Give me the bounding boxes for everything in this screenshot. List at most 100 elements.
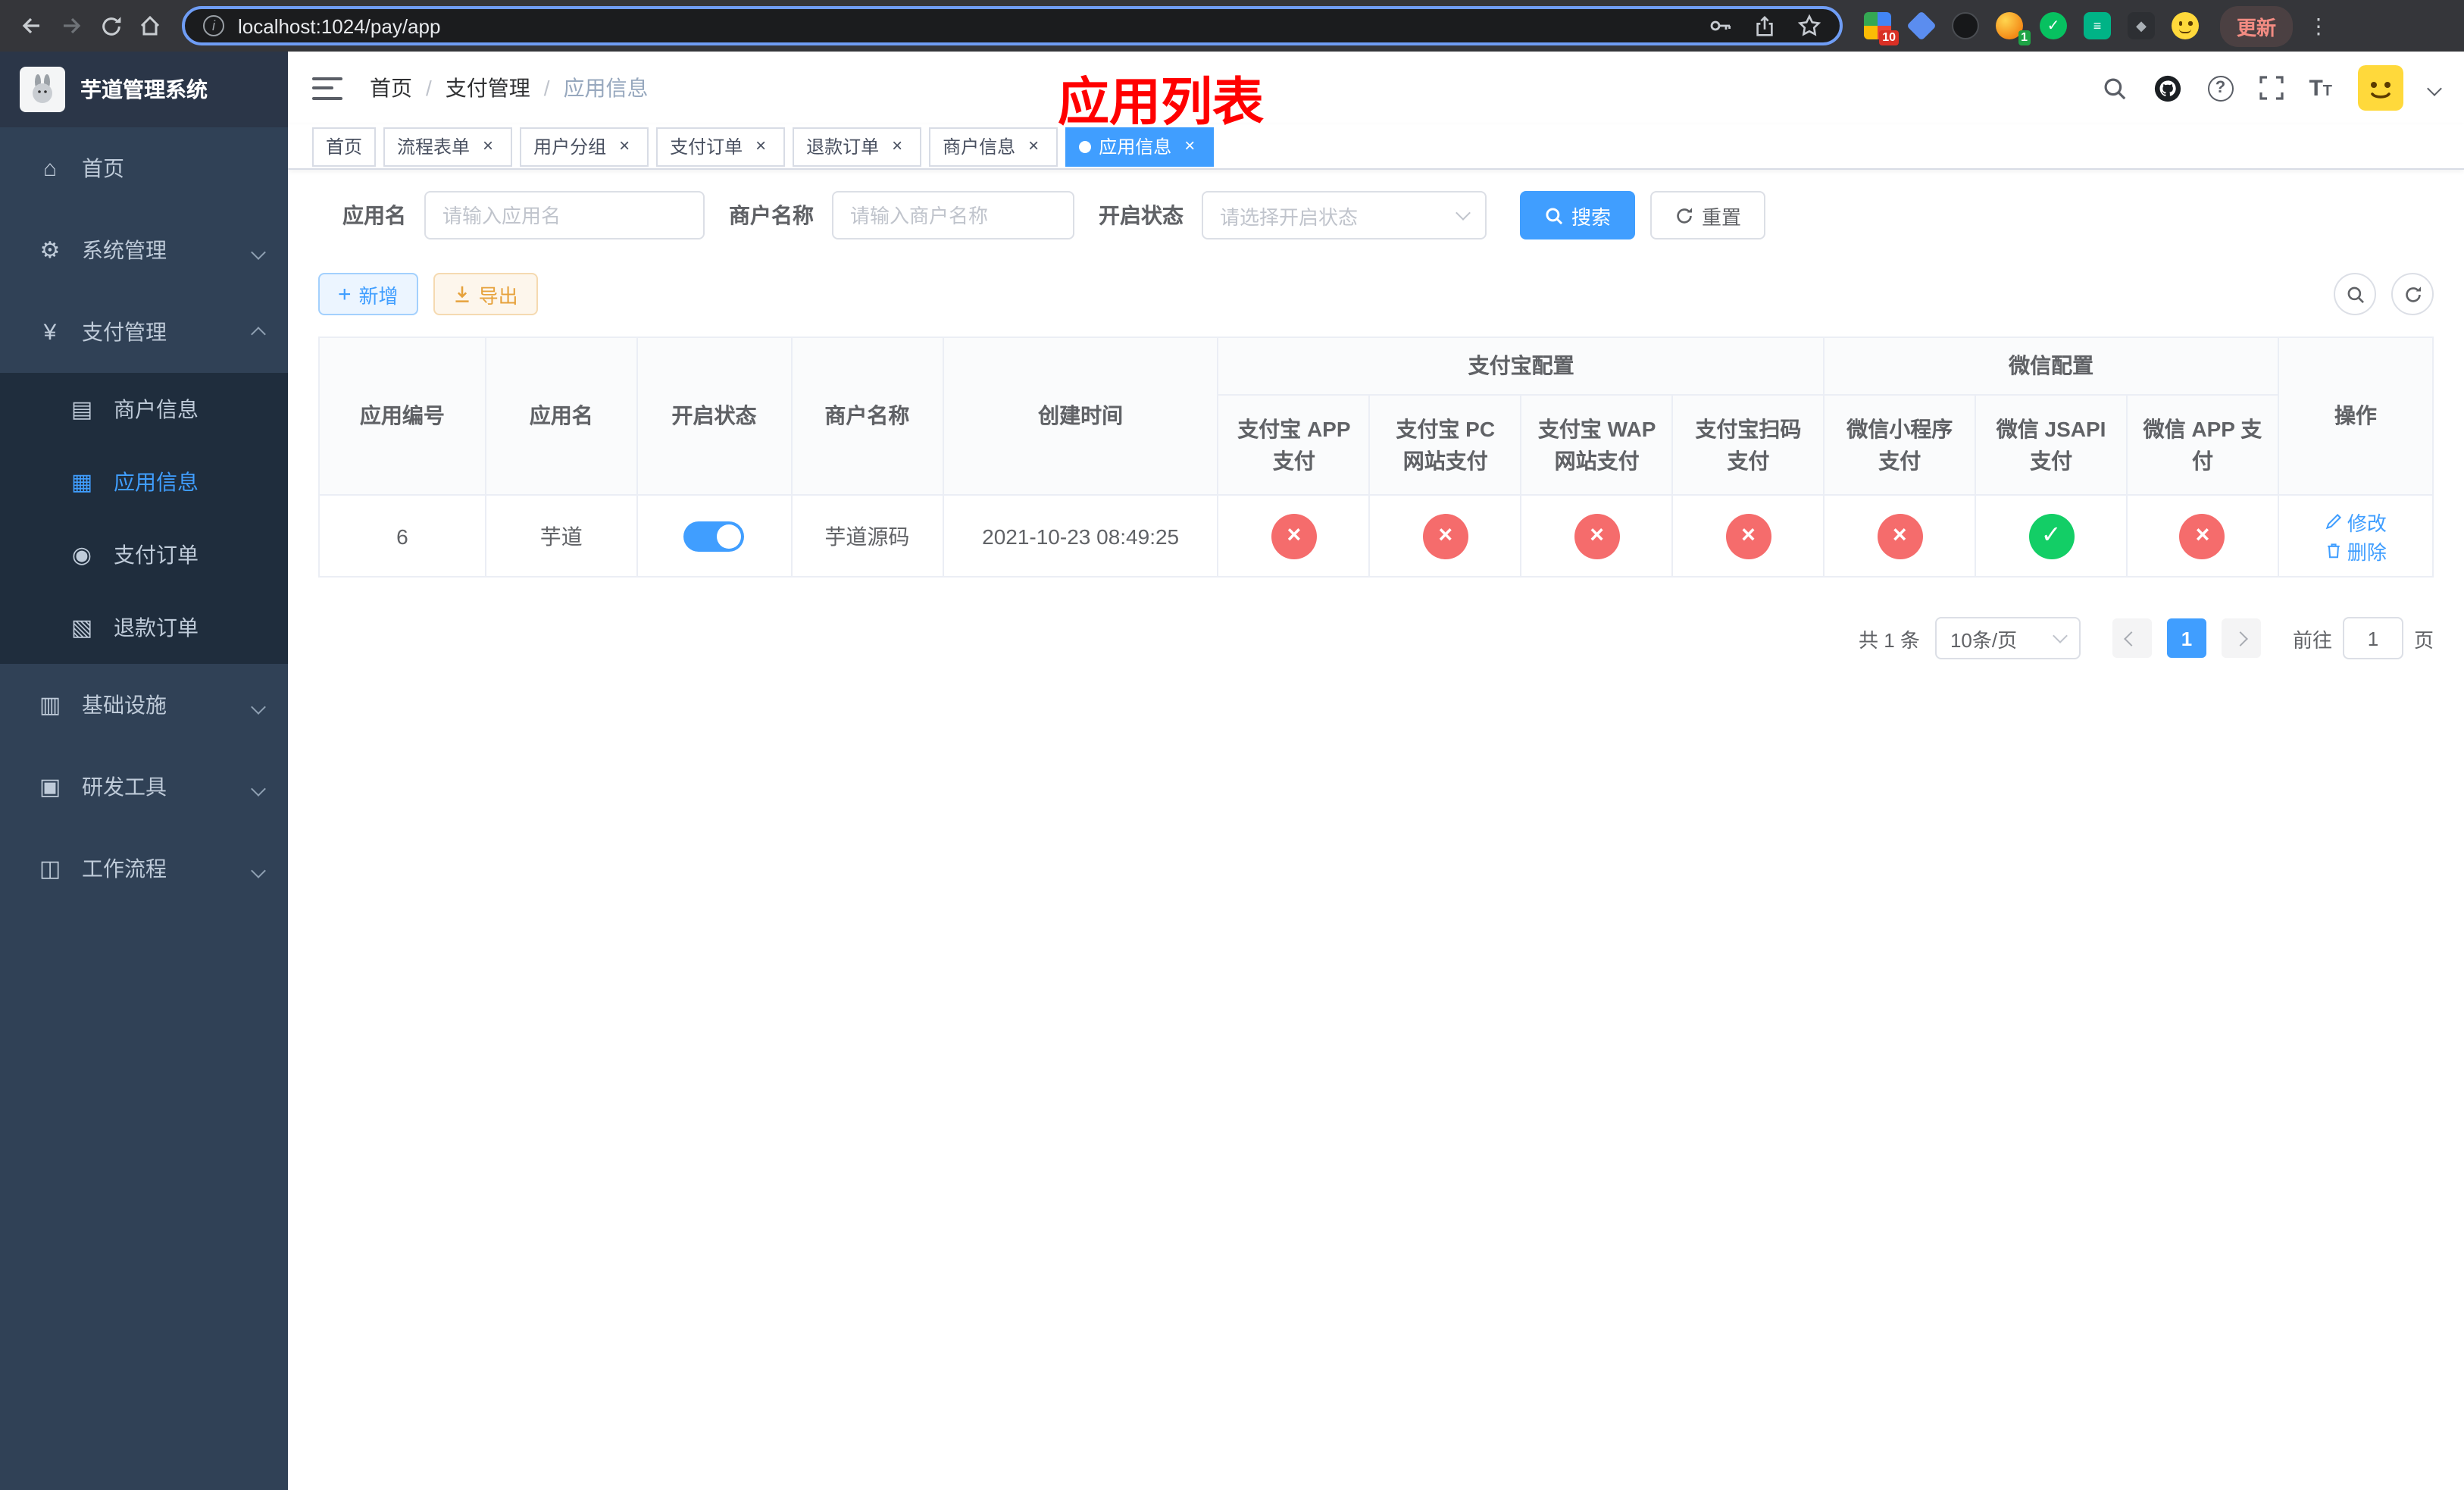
page-number-button[interactable]: 1 <box>2166 618 2206 658</box>
bookmark-star-icon[interactable] <box>1797 14 1821 38</box>
reset-button[interactable]: 重置 <box>1650 191 1766 239</box>
extension-green-circle-icon[interactable]: ✓ <box>2040 12 2067 39</box>
chevron-down-icon[interactable] <box>2427 74 2442 102</box>
annotation-text: 应用列表 <box>1058 74 1264 132</box>
tab-user-group[interactable]: 用户分组 × <box>520 127 649 166</box>
goto-page-input[interactable] <box>2342 617 2403 659</box>
close-icon[interactable]: × <box>1179 135 1200 157</box>
back-icon[interactable] <box>12 6 52 45</box>
sidebar-item-home[interactable]: ⌂ 首页 <box>0 127 288 209</box>
extension-blocks-icon[interactable]: 10 <box>1864 12 1899 45</box>
tab-merchant-info[interactable]: 商户信息 × <box>929 127 1058 166</box>
merchant-name-input[interactable] <box>832 191 1074 239</box>
page-content: 应用名 商户名称 开启状态 请选择开启状态 搜索 重置 <box>288 170 2464 1490</box>
tab-home[interactable]: 首页 <box>312 127 377 166</box>
tab-pay-order[interactable]: 支付订单 × <box>656 127 786 166</box>
font-size-icon[interactable]: TT <box>2309 77 2332 99</box>
sidebar-item-label: 退款订单 <box>114 615 199 640</box>
edit-button[interactable]: 修改 <box>2325 507 2387 536</box>
cell-merchant-name: 芋道源码 <box>790 494 944 578</box>
payment-submenu: ▤ 商户信息 ▦ 应用信息 ◉ 支付订单 ▧ 退款订单 <box>0 373 288 664</box>
github-icon[interactable] <box>2153 74 2181 102</box>
close-icon[interactable]: × <box>477 135 499 157</box>
sidebar-item-dev-tools[interactable]: ▣ 研发工具 <box>0 746 288 828</box>
sidebar-item-label: 基础设施 <box>82 693 167 717</box>
tab-refund-order[interactable]: 退款订单 × <box>793 127 922 166</box>
export-button[interactable]: 导出 <box>433 273 538 315</box>
extension-dark-circle-icon[interactable] <box>1952 12 1979 39</box>
app-logo[interactable]: 芋道管理系统 <box>0 52 288 127</box>
sidebar-item-label: 研发工具 <box>82 775 167 799</box>
page-size-select[interactable]: 10条/页 <box>1934 617 2081 659</box>
breadcrumb-item[interactable]: 支付管理 <box>446 73 530 103</box>
tab-process-form[interactable]: 流程表单 × <box>383 127 513 166</box>
site-info-icon[interactable]: i <box>203 15 224 36</box>
app-name-input[interactable] <box>424 191 705 239</box>
dashboard-icon: ⌂ <box>42 155 58 181</box>
status-select[interactable]: 请选择开启状态 <box>1202 191 1487 239</box>
extension-dark-square-icon[interactable]: ◆ <box>2128 12 2155 39</box>
sidebar-item-label: 首页 <box>82 156 124 180</box>
sidebar-item-refund-order[interactable]: ▧ 退款订单 <box>0 591 288 664</box>
search-icon[interactable] <box>2101 75 2127 101</box>
sidebar-item-workflow[interactable]: ◫ 工作流程 <box>0 828 288 909</box>
sidebar-item-system[interactable]: ⚙ 系统管理 <box>0 209 288 291</box>
address-bar[interactable]: i localhost:1024/pay/app <box>182 6 1843 45</box>
col-group-alipay: 支付宝配置 <box>1217 337 1825 396</box>
help-icon[interactable]: ? <box>2207 75 2234 101</box>
extension-green-square-icon[interactable]: ≡ <box>2084 12 2111 39</box>
sidebar-item-infra[interactable]: ▥ 基础设施 <box>0 664 288 746</box>
toggle-search-button[interactable] <box>2334 273 2376 315</box>
cell-create-time: 2021-10-23 08:49:25 <box>942 494 1219 578</box>
prev-page-button[interactable] <box>2112 618 2152 658</box>
browser-menu-icon[interactable]: ⋮ <box>2308 13 2329 39</box>
sidebar-item-payment[interactable]: ¥ 支付管理 <box>0 291 288 373</box>
fail-status-icon: × <box>1877 513 1923 559</box>
collapse-menu-icon[interactable] <box>312 77 342 99</box>
yen-icon: ¥ <box>43 319 57 345</box>
close-icon[interactable]: × <box>614 135 635 157</box>
delete-button[interactable]: 删除 <box>2325 536 2387 565</box>
home-icon[interactable] <box>130 6 170 45</box>
refresh-button[interactable] <box>2391 273 2434 315</box>
reload-icon[interactable] <box>91 6 130 45</box>
sidebar-item-pay-order[interactable]: ◉ 支付订单 <box>0 518 288 591</box>
sidebar-item-merchant-info[interactable]: ▤ 商户信息 <box>0 373 288 446</box>
sidebar-item-app-info[interactable]: ▦ 应用信息 <box>0 446 288 518</box>
sidebar-item-label: 工作流程 <box>82 856 167 881</box>
workflow-icon: ◫ <box>39 856 61 882</box>
main-area: 应用列表 首页 / 支付管理 / 应用信息 ? TT 首页 流程表单 × 用户分… <box>288 52 2464 1490</box>
chrome-update-button[interactable]: 更新 <box>2220 5 2294 46</box>
logo-avatar <box>20 67 65 112</box>
extension-badge: 1 <box>2018 30 2031 45</box>
user-avatar[interactable] <box>2358 65 2403 111</box>
fail-status-icon: × <box>1725 513 1771 559</box>
chevron-down-icon <box>1456 205 1471 221</box>
order-icon: ◉ <box>71 543 92 568</box>
next-page-button[interactable] <box>2221 618 2261 658</box>
card-icon: ▤ <box>70 397 93 423</box>
close-icon[interactable]: × <box>1023 135 1044 157</box>
close-icon[interactable]: × <box>886 135 908 157</box>
password-key-icon[interactable] <box>1708 14 1732 38</box>
profile-avatar-icon[interactable] <box>2172 12 2199 39</box>
add-button[interactable]: + 新增 <box>318 273 418 315</box>
status-switch[interactable] <box>683 521 745 551</box>
search-button[interactable]: 搜索 <box>1520 191 1636 239</box>
fullscreen-icon[interactable] <box>2259 76 2284 100</box>
breadcrumb-item[interactable]: 首页 <box>370 73 412 103</box>
status-select-placeholder: 请选择开启状态 <box>1220 205 1359 228</box>
tools-icon: ▣ <box>39 775 61 800</box>
plus-icon: + <box>338 281 352 307</box>
url-text[interactable]: localhost:1024/pay/app <box>238 14 440 37</box>
browser-toolbar: i localhost:1024/pay/app 10 1 ✓ ≡ ◆ 更新 ⋮ <box>0 0 2464 52</box>
chevron-up-icon <box>251 320 266 344</box>
extension-gem-icon[interactable] <box>1906 11 1937 41</box>
cell-alipay-app: × <box>1217 494 1371 578</box>
share-icon[interactable] <box>1753 14 1776 37</box>
app-title: 芋道管理系统 <box>80 77 208 102</box>
col-header-alipay-wap: 支付宝 WAP 网站支付 <box>1520 394 1674 496</box>
extension-avatar-icon[interactable]: 1 <box>1996 12 2031 45</box>
close-icon[interactable]: × <box>750 135 771 157</box>
forward-icon[interactable] <box>52 6 91 45</box>
